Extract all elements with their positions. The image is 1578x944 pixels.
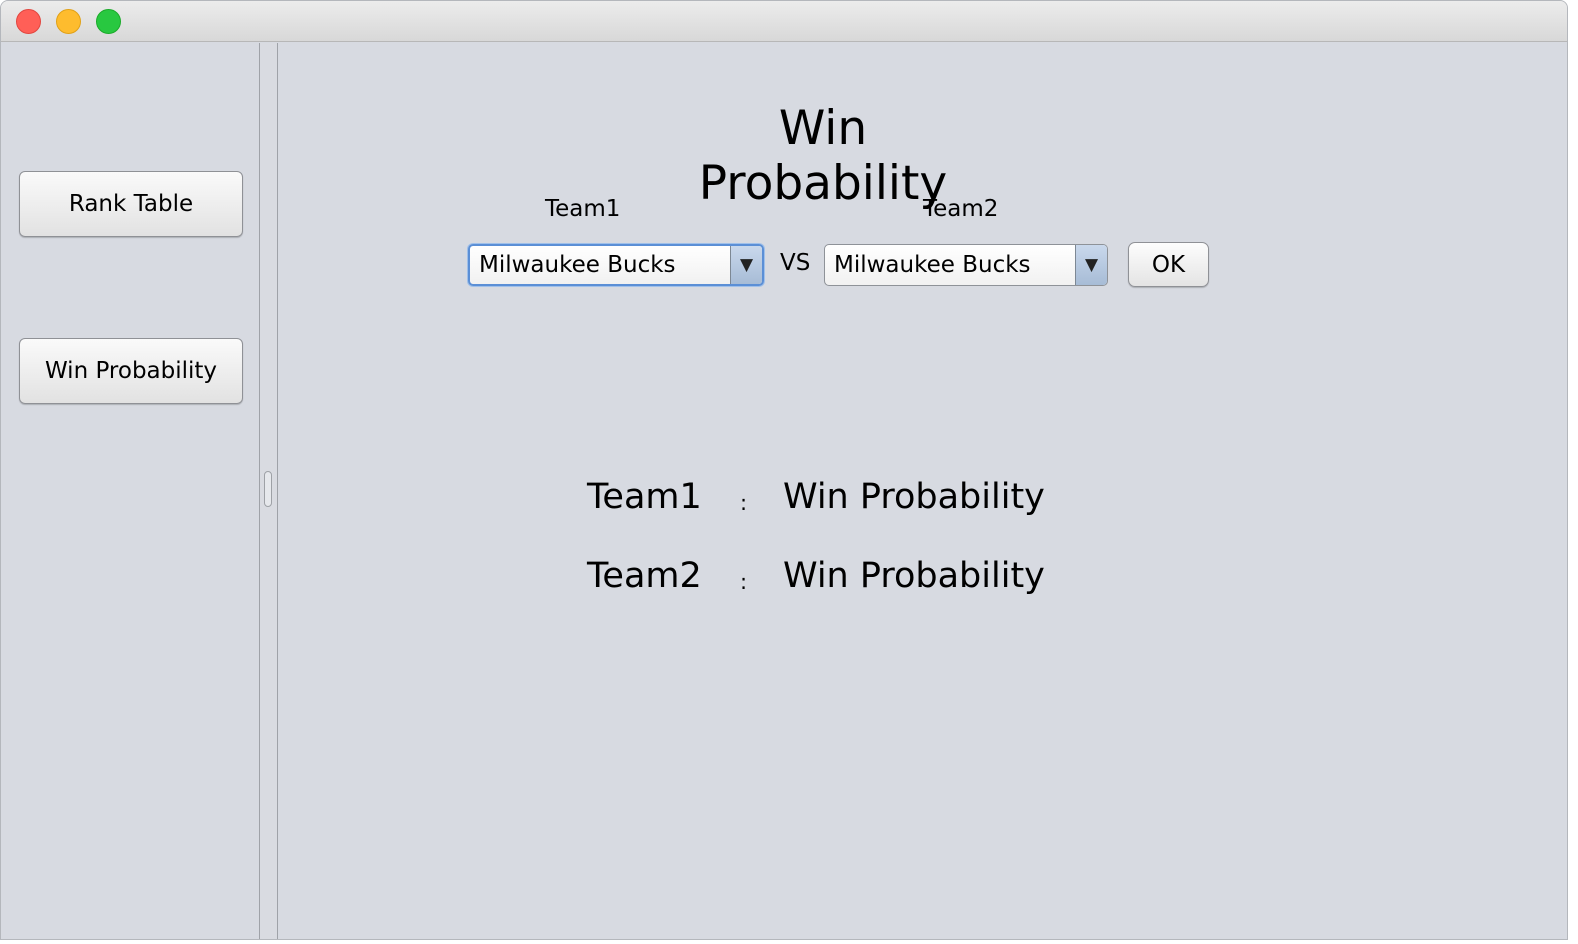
team1-select[interactable]: Milwaukee Bucks ▼ [468, 244, 764, 286]
chevron-down-icon[interactable]: ▼ [1075, 245, 1107, 285]
close-icon[interactable] [16, 9, 41, 34]
team2-label: Team2 [923, 196, 999, 222]
result-probability: Win Probability [783, 477, 1045, 517]
divider-grip-handle[interactable] [264, 471, 272, 507]
result-separator: : [740, 491, 748, 515]
team2-select[interactable]: Milwaukee Bucks ▼ [824, 244, 1108, 286]
page-title: Win Probability [698, 101, 948, 211]
split-pane-divider[interactable] [259, 43, 278, 939]
result-separator: : [740, 570, 748, 594]
app-window: Rank Table Win Probability Win Probabili… [0, 0, 1568, 940]
vs-label: VS [780, 250, 811, 276]
ok-button[interactable]: OK [1128, 242, 1209, 287]
title-bar [1, 1, 1567, 42]
maximize-icon[interactable] [96, 9, 121, 34]
result-probability: Win Probability [783, 556, 1045, 596]
team1-label: Team1 [545, 196, 621, 222]
chevron-down-icon[interactable]: ▼ [730, 246, 762, 284]
rank-table-button[interactable]: Rank Table [19, 171, 243, 237]
result-team-label: Team2 [587, 556, 702, 596]
win-probability-button[interactable]: Win Probability [19, 338, 243, 404]
main-panel: Win Probability Team1 Team2 Milwaukee Bu… [278, 43, 1567, 939]
minimize-icon[interactable] [56, 9, 81, 34]
team2-select-value: Milwaukee Bucks [834, 252, 1031, 278]
team1-select-value: Milwaukee Bucks [479, 252, 676, 278]
result-team-label: Team1 [587, 477, 702, 517]
sidebar: Rank Table Win Probability [1, 43, 259, 939]
